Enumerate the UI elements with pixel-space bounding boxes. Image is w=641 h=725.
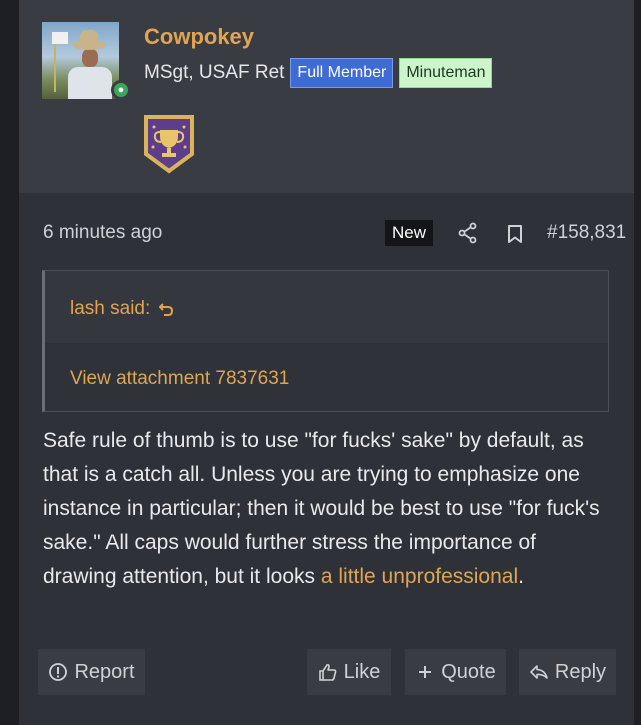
forum-post: ● Cowpokey MSgt, USAF Ret Full Member Mi… <box>19 0 634 725</box>
report-icon <box>49 663 68 681</box>
avatar[interactable] <box>42 22 119 99</box>
quote-label: Quote <box>441 660 496 683</box>
quote-button[interactable]: Quote <box>405 649 506 695</box>
new-badge: New <box>385 220 434 246</box>
post-meta-row: 6 minutes ago New #158,831 <box>43 220 626 246</box>
trophy-icon[interactable] <box>143 114 195 174</box>
message-link[interactable]: a little unprofessional <box>321 565 518 588</box>
bookmark-icon[interactable] <box>505 223 525 245</box>
minuteman-banner: Minuteman <box>399 58 493 88</box>
share-icon[interactable] <box>457 222 479 244</box>
user-header: ● Cowpokey MSgt, USAF Ret Full Member Mi… <box>19 0 634 193</box>
page-frame-right <box>634 0 641 725</box>
quote-body: View attachment 7837631 <box>45 343 608 411</box>
quote-block: lash said: View attachment 7837631 <box>42 270 609 412</box>
full-member-banner: Full Member <box>290 58 394 88</box>
message-text-end: . <box>518 565 524 588</box>
like-label: Like <box>343 660 381 683</box>
user-title-row: MSgt, USAF Ret Full Member Minuteman <box>144 58 493 88</box>
quote-header[interactable]: lash said: <box>70 298 174 320</box>
thumbs-up-icon <box>318 663 337 681</box>
username[interactable]: Cowpokey <box>144 24 254 50</box>
online-status-icon: ● <box>111 80 131 100</box>
message-body: Safe rule of thumb is to use "for fucks'… <box>43 424 613 594</box>
quote-jump-icon[interactable] <box>158 301 174 317</box>
post-actions: Report Like Quote Reply <box>38 649 616 695</box>
report-button[interactable]: Report <box>38 649 145 695</box>
user-title: MSgt, USAF Ret <box>144 62 285 83</box>
reply-label: Reply <box>554 660 607 683</box>
post-number-link[interactable]: #158,831 <box>547 222 626 244</box>
quote-author[interactable]: lash said: <box>70 298 150 320</box>
plus-icon <box>419 666 432 678</box>
report-label: Report <box>74 660 135 683</box>
attachment-link[interactable]: View attachment 7837631 <box>70 368 289 390</box>
reply-icon <box>530 665 548 679</box>
post-time[interactable]: 6 minutes ago <box>43 222 162 244</box>
reply-button[interactable]: Reply <box>519 649 616 695</box>
like-button[interactable]: Like <box>307 649 391 695</box>
page-frame-left <box>0 0 19 725</box>
